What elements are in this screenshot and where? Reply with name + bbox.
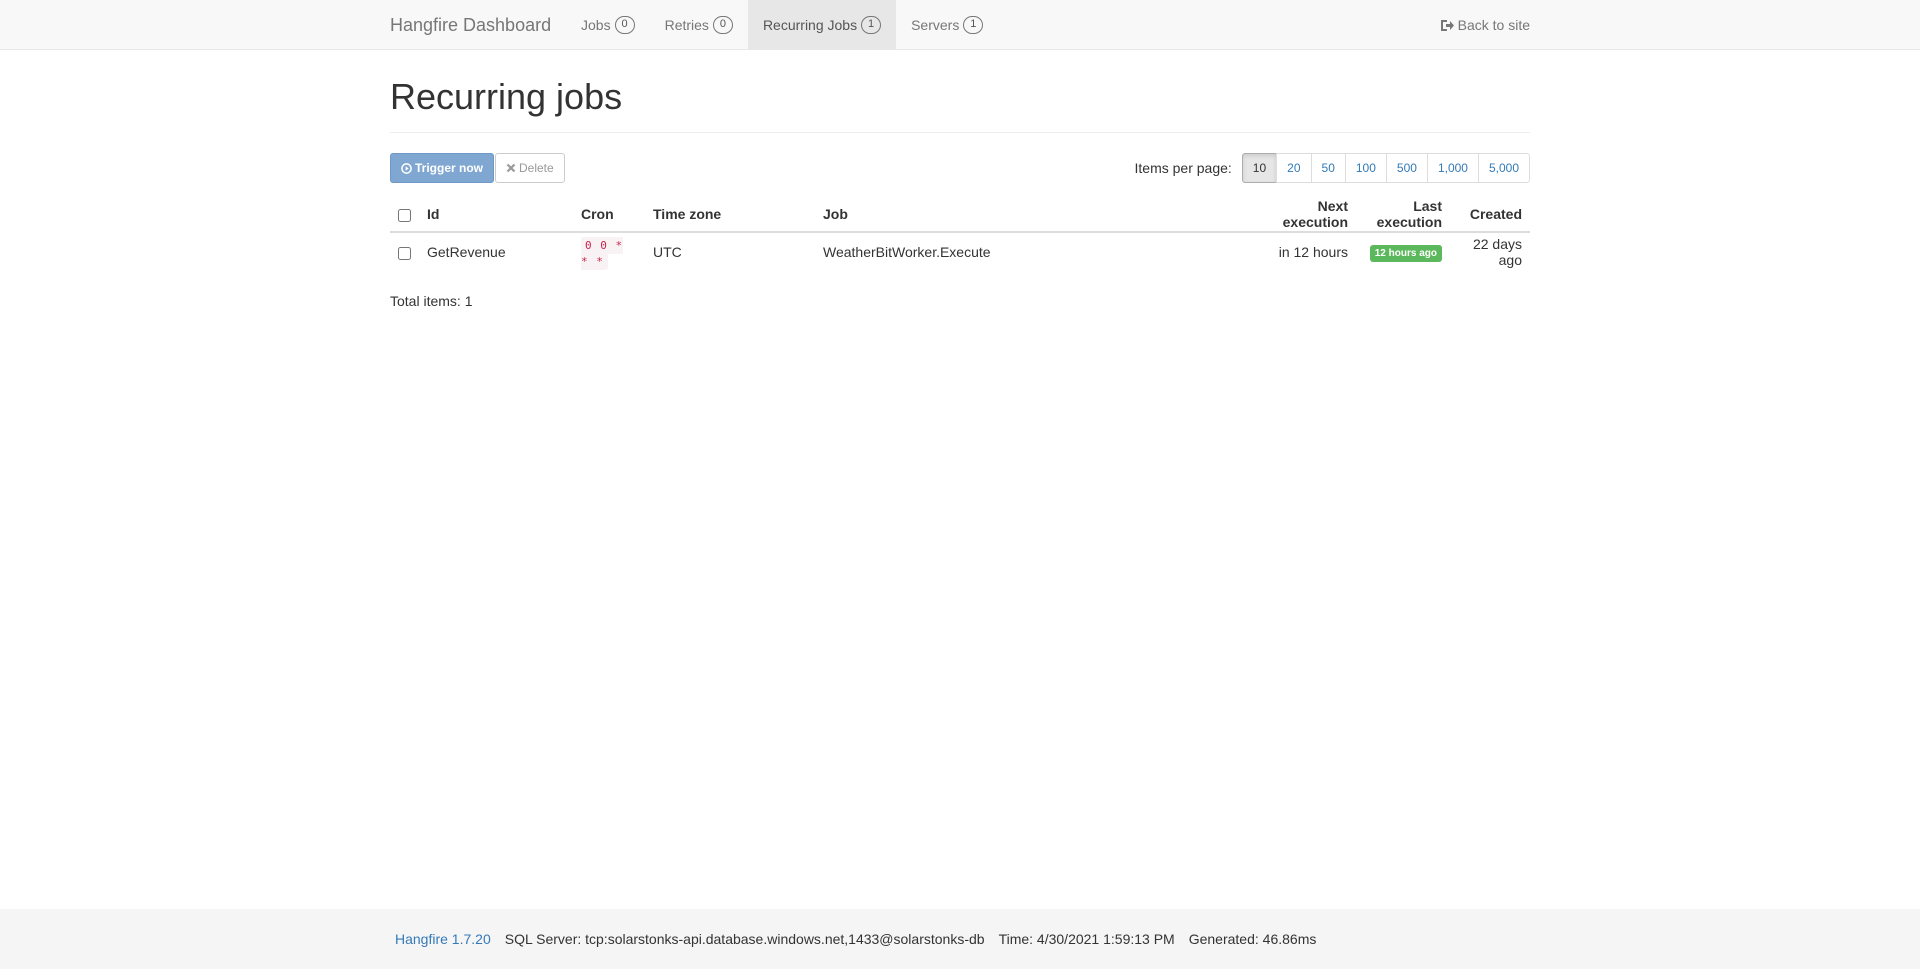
page-size-option-100[interactable]: 100 — [1344, 153, 1387, 183]
sign-out-icon — [1440, 19, 1454, 32]
items-per-page: Items per page: 10 20 50 100 500 1,000 5… — [1135, 153, 1530, 183]
cron-cell: 0 0 * * * — [573, 232, 645, 271]
total-items: Total items: 1 — [390, 293, 1530, 309]
column-header-timezone: Time zone — [645, 197, 815, 233]
hangfire-version-link[interactable]: Hangfire 1.7.20 — [395, 909, 491, 969]
page-size-option-500[interactable]: 500 — [1385, 153, 1428, 183]
page-size-group: 10 20 50 100 500 1,000 5,000 — [1241, 153, 1530, 183]
nav-menu: Jobs 0 Retries 0 Recurring Jobs 1 Server… — [566, 0, 998, 50]
column-header-last-execution: Last execution — [1356, 197, 1450, 233]
nav-item-label: Retries — [664, 17, 709, 33]
total-items-label: Total items: — [390, 293, 461, 309]
nav-item-count-badge: 0 — [712, 16, 733, 34]
last-execution-badge[interactable]: 12 hours ago — [1369, 244, 1442, 262]
last-execution-cell: 12 hours ago — [1356, 232, 1450, 271]
column-header-cron: Cron — [573, 197, 645, 233]
page-size-option-50[interactable]: 50 — [1310, 153, 1346, 183]
select-all-header — [390, 197, 419, 233]
navbar-container: Hangfire Dashboard Jobs 0 Retries 0 Recu… — [390, 0, 1530, 50]
nav-item-count-badge: 1 — [963, 16, 984, 34]
title-divider — [390, 132, 1530, 133]
column-header-created: Created — [1450, 197, 1530, 233]
timezone-cell: UTC — [653, 244, 682, 260]
close-icon — [506, 163, 516, 173]
page-title: Recurring jobs — [390, 76, 623, 117]
top-navbar: Hangfire Dashboard Jobs 0 Retries 0 Recu… — [0, 0, 1920, 50]
brand-link[interactable]: Hangfire Dashboard — [390, 0, 551, 50]
nav-item-recurring-jobs[interactable]: Recurring Jobs 1 — [747, 0, 897, 50]
next-execution-cell: in 12 hours — [1278, 244, 1348, 260]
recurring-jobs-table: Id Cron Time zone Job Next execution Las… — [390, 197, 1530, 271]
play-circle-icon — [401, 162, 412, 174]
nav-item-label: Servers — [911, 17, 960, 33]
nav-item-retries[interactable]: Retries 0 — [650, 0, 748, 50]
trigger-now-button[interactable]: Trigger now — [390, 153, 495, 183]
page-size-option-1000[interactable]: 1,000 — [1426, 153, 1479, 183]
job-id: GetRevenue — [427, 244, 506, 260]
page-size-option-10[interactable]: 10 — [1241, 153, 1278, 183]
column-header-id: Id — [419, 197, 573, 233]
created-cell: 22 days ago — [1472, 236, 1522, 268]
total-items-count: 1 — [464, 293, 473, 309]
main-content: Recurring jobs Trigger now Delete Items … — [390, 50, 1530, 309]
job-method-cell: WeatherBitWorker.Execute — [823, 244, 991, 260]
row-select-cell — [390, 232, 419, 271]
cron-expression: 0 0 * * * — [581, 237, 624, 270]
server-time: Time: 4/30/2021 1:59:13 PM — [998, 931, 1175, 947]
footer: Hangfire 1.7.20 SQL Server: tcp:solarsto… — [0, 909, 1920, 969]
generated-time: Generated: 46.86ms — [1188, 931, 1317, 947]
nav-item-count-badge: 1 — [861, 16, 882, 34]
column-header-job: Job — [815, 197, 1246, 233]
items-per-page-label: Items per page: — [1134, 160, 1232, 176]
nav-item-jobs[interactable]: Jobs 0 — [566, 0, 650, 50]
select-all-checkbox[interactable] — [398, 208, 411, 222]
table-header-row: Id Cron Time zone Job Next execution Las… — [390, 197, 1530, 233]
column-header-next-execution: Next execution — [1246, 197, 1356, 233]
page-size-option-20[interactable]: 20 — [1276, 153, 1312, 183]
storage-info: SQL Server: tcp:solarstonks-api.database… — [504, 931, 985, 947]
back-to-site-label: Back to site — [1457, 17, 1530, 33]
table-row: GetRevenue 0 0 * * * UTC WeatherBitWorke… — [390, 232, 1530, 271]
nav-item-count-badge: 0 — [614, 16, 635, 34]
nav-item-servers[interactable]: Servers 1 — [896, 0, 998, 50]
footer-info: Hangfire 1.7.20 SQL Server: tcp:solarsto… — [395, 909, 1316, 969]
page-size-option-5000[interactable]: 5,000 — [1477, 153, 1530, 183]
delete-button[interactable]: Delete — [495, 153, 565, 183]
delete-label: Delete — [519, 161, 554, 175]
nav-item-label: Jobs — [581, 17, 611, 33]
row-select-checkbox[interactable] — [398, 246, 411, 260]
trigger-now-label: Trigger now — [415, 161, 484, 175]
back-to-site-link[interactable]: Back to site — [1440, 0, 1530, 50]
nav-item-label: Recurring Jobs — [762, 17, 858, 33]
jobs-toolbar: Trigger now Delete Items per page: 10 20… — [390, 153, 1530, 185]
